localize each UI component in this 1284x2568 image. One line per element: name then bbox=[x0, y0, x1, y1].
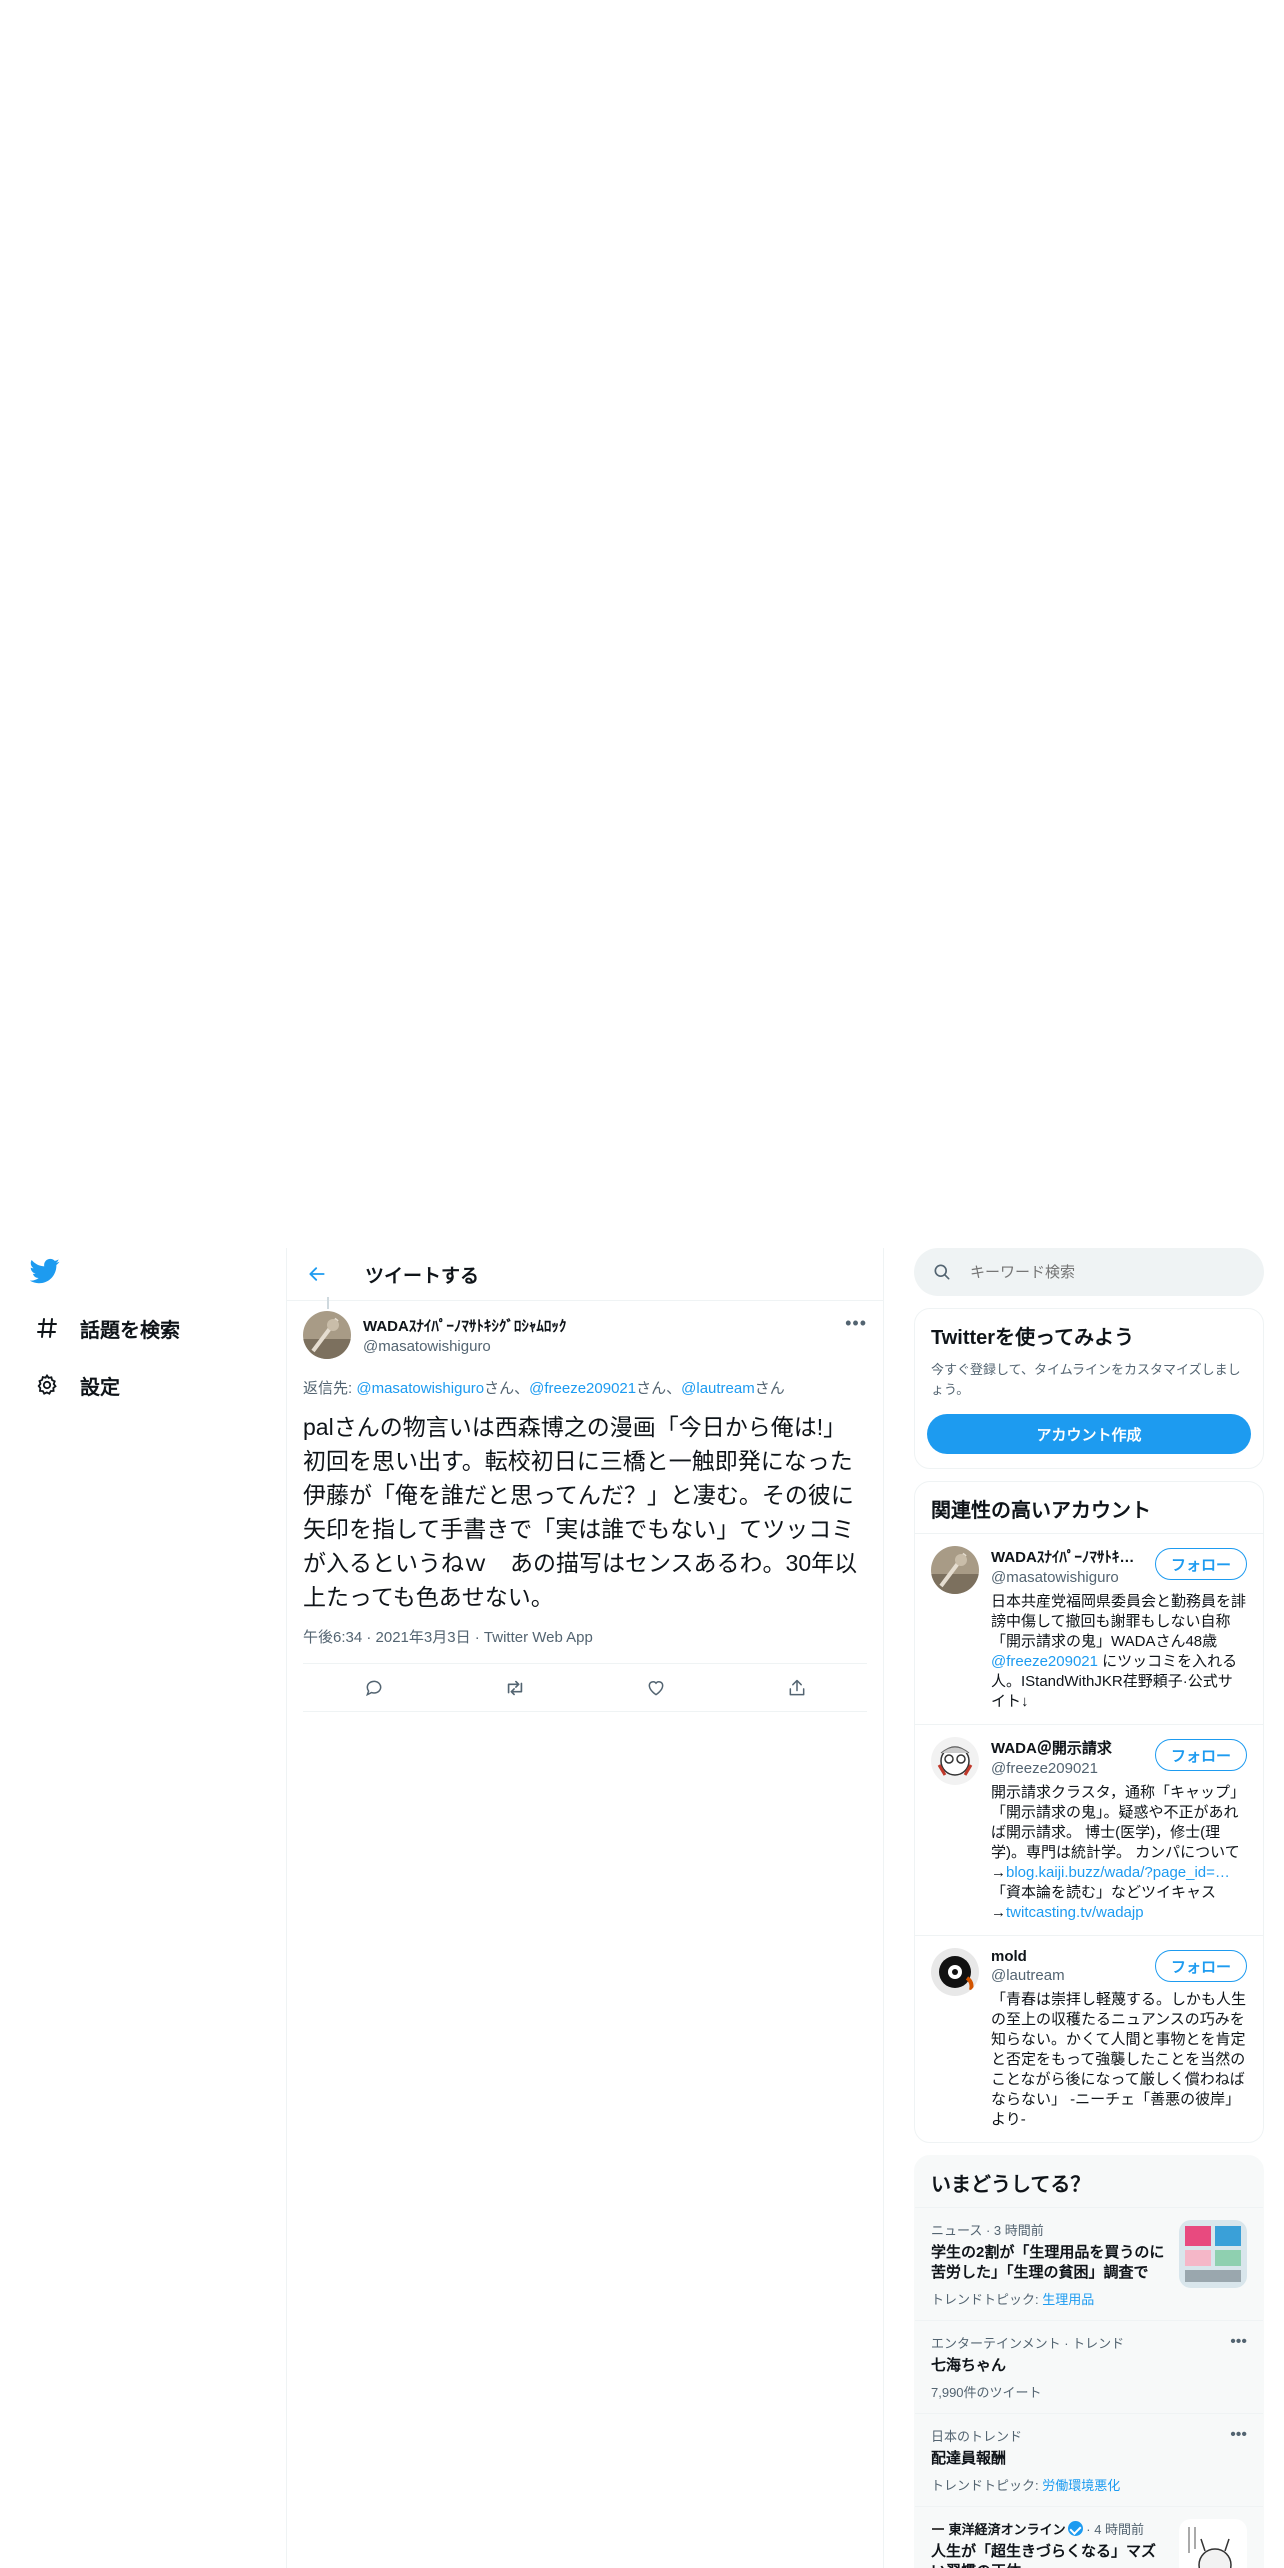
main-column: ツイートする WADAｽﾅｲﾊﾟｰﾉﾏｻﾄｷｼｸﾞﾛｼｬﾑﾛｯｸ @masato… bbox=[286, 1248, 884, 2568]
twitter-logo-icon[interactable] bbox=[29, 1256, 64, 1290]
trend-item[interactable]: エンターテインメント · トレンド 七海ちゃん 7,990件のツイート ••• bbox=[915, 2320, 1263, 2413]
app-root: 話題を検索 設定 ツイートする WADAｽﾅｲﾊﾟｰﾉﾏｻﾄｷｼｸﾞﾛｼｬﾑﾛｯ… bbox=[0, 1248, 1284, 2568]
trend-title: 人生が「超生きづらくなる」マズい習慣の正体 bbox=[931, 2543, 1157, 2568]
account-bio: 「青春は崇拝し軽蔑する。しかも人生の至上の収穫たるニュアンスの巧みを知らない。か… bbox=[991, 1991, 1247, 2128]
heart-icon bbox=[648, 1680, 663, 1696]
signup-title: Twitterを使ってみよう bbox=[931, 1327, 1135, 1349]
gear-icon bbox=[34, 1372, 60, 1398]
account-bio: 日本共産党福岡県委員会と勤務員を誹謗中傷して撤回も謝罪もしない自称「開示請求の鬼… bbox=[991, 1593, 1247, 1710]
reply-mention-suffix: さん、 bbox=[636, 1380, 682, 1397]
trend-topic-link[interactable]: 労働環境悪化 bbox=[1042, 2478, 1120, 2493]
related-accounts-card: 関連性の高いアカウント WADAｽﾅｲﾊﾟｰﾉﾏｻﾄｷｼｸﾞﾛｼｬﾑﾛｯｸ @m… bbox=[914, 1481, 1264, 2143]
trend-title: 学生の2割が「生理用品を買うのに苦労した」「生理の貧困」調査で bbox=[931, 2244, 1165, 2281]
trend-title: 七海ちゃん bbox=[931, 2357, 1007, 2374]
bio-link[interactable]: twitcasting.tv/wadajp bbox=[1006, 1904, 1144, 1921]
like-button[interactable] bbox=[638, 1670, 674, 1706]
reply-mention-suffix: さん、 bbox=[484, 1380, 530, 1397]
thread-connector bbox=[327, 1297, 329, 1309]
follow-button[interactable]: フォロー bbox=[1155, 1950, 1247, 1982]
more-options-icon[interactable]: ••• bbox=[1230, 2426, 1247, 2444]
news-thumbnail bbox=[1179, 2220, 1247, 2288]
author-display-name[interactable]: WADAｽﾅｲﾊﾟｰﾉﾏｻﾄｷｼｸﾞﾛｼｬﾑﾛｯｸ bbox=[363, 1315, 566, 1336]
tweet-detail: WADAｽﾅｲﾊﾟｰﾉﾏｻﾄｷｼｸﾞﾛｼｬﾑﾛｯｸ @masatowishigu… bbox=[287, 1297, 883, 1712]
share-button[interactable] bbox=[779, 1670, 815, 1706]
trend-topic-link[interactable]: 生理用品 bbox=[1042, 2292, 1094, 2307]
reply-to-prefix: 返信先: bbox=[303, 1380, 357, 1397]
tweet-text: palさんの物言いは西森博之の漫画「今日から俺は!」初回を思い出す。転校初日に三… bbox=[303, 1414, 858, 1610]
account-item[interactable]: WADA＠開示請求 @freeze209021 開示請求クラスタ，通称「キャップ… bbox=[915, 1724, 1263, 1935]
account-name[interactable]: WADAｽﾅｲﾊﾟｰﾉﾏｻﾄｷｼｸﾞﾛｼｬﾑﾛｯｸ bbox=[991, 1546, 1141, 1567]
trends-title: いまどうしてる？ bbox=[931, 2174, 1091, 2196]
left-nav: 話題を検索 設定 bbox=[0, 1248, 286, 2568]
avatar[interactable] bbox=[931, 1546, 979, 1594]
back-button[interactable] bbox=[299, 1256, 335, 1292]
trend-tweet-count: 7,990件のツイート bbox=[931, 2385, 1042, 2400]
reply-mention-link[interactable]: @masatowishiguro bbox=[356, 1380, 484, 1397]
signup-description: 今すぐ登録して、タイムラインをカスタマイズしましょう。 bbox=[931, 1362, 1241, 1397]
publish-time: · 4 時間前 bbox=[1082, 2522, 1145, 2537]
avatar[interactable] bbox=[303, 1311, 351, 1359]
tweet-actions bbox=[303, 1664, 867, 1712]
trend-item[interactable]: 日本のトレンド 配達員報酬 トレンドトピック: 労働環境悪化 ••• bbox=[915, 2413, 1263, 2506]
nav-explore-label: 話題を検索 bbox=[80, 1319, 180, 1342]
reply-to-line: 返信先: @masatowishiguroさん、@freeze209021さん、… bbox=[303, 1377, 867, 1398]
page-header: ツイートする bbox=[287, 1248, 883, 1301]
trend-item[interactable]: 東洋経済オンライン · 4 時間前 人生が「超生きづらくなる」マズい習慣の正体 bbox=[915, 2506, 1263, 2568]
tweet-author-row: WADAｽﾅｲﾊﾟｰﾉﾏｻﾄｷｼｸﾞﾛｼｬﾑﾛｯｸ @masatowishigu… bbox=[303, 1311, 867, 1359]
account-item[interactable]: WADAｽﾅｲﾊﾟｰﾉﾏｻﾄｷｼｸﾞﾛｼｬﾑﾛｯｸ @masatowishigu… bbox=[915, 1533, 1263, 1724]
signup-card: Twitterを使ってみよう 今すぐ登録して、タイムラインをカスタマイズしましょ… bbox=[914, 1308, 1264, 1469]
create-account-button[interactable]: アカウント作成 bbox=[927, 1414, 1251, 1454]
right-sidebar: Twitterを使ってみよう 今すぐ登録して、タイムラインをカスタマイズしましょ… bbox=[914, 1248, 1264, 2568]
reply-mention-suffix: さん bbox=[754, 1380, 785, 1397]
trends-card: いまどうしてる？ ニュース · 3 時間前 学生の2割が「生理用品を買うのに苦労… bbox=[914, 2155, 1264, 2568]
bio-link[interactable]: @freeze209021 bbox=[991, 1653, 1098, 1670]
reply-button[interactable] bbox=[356, 1670, 392, 1706]
search-bar[interactable] bbox=[914, 1248, 1264, 1296]
publisher-name: 東洋経済オンライン bbox=[948, 2522, 1066, 2537]
reply-mention-link[interactable]: @lautream bbox=[681, 1380, 755, 1397]
trend-subtitle: トレンドトピック: 生理用品 bbox=[931, 2292, 1095, 2307]
author-handle[interactable]: @masatowishiguro bbox=[363, 1338, 566, 1355]
trend-item[interactable]: ニュース · 3 時間前 学生の2割が「生理用品を買うのに苦労した」「生理の貧困… bbox=[915, 2207, 1263, 2320]
nav-settings-label: 設定 bbox=[80, 1376, 120, 1399]
bio-link[interactable]: blog.kaiji.buzz/wada/?page_id=… bbox=[1006, 1864, 1230, 1881]
search-icon bbox=[934, 1264, 950, 1280]
search-input[interactable] bbox=[970, 1263, 1250, 1281]
trend-title: 配達員報酬 bbox=[931, 2450, 1007, 2467]
follow-button[interactable]: フォロー bbox=[1155, 1739, 1247, 1771]
share-icon bbox=[789, 1679, 804, 1695]
publisher-logo-icon bbox=[931, 2522, 945, 2536]
hashtag-icon bbox=[34, 1315, 60, 1341]
related-accounts-title: 関連性の高いアカウント bbox=[931, 1500, 1151, 1522]
reply-icon bbox=[365, 1680, 381, 1696]
trend-context: エンターテインメント · トレンド bbox=[931, 2336, 1125, 2351]
avatar[interactable] bbox=[931, 1737, 979, 1785]
reply-mention-link[interactable]: @freeze209021 bbox=[529, 1380, 636, 1397]
avatar[interactable] bbox=[931, 1948, 979, 1996]
retweet-button[interactable] bbox=[497, 1670, 533, 1706]
account-name[interactable]: mold bbox=[991, 1948, 1141, 1965]
nav-settings[interactable]: 設定 bbox=[24, 1363, 132, 1407]
more-options-icon[interactable]: ••• bbox=[1230, 2333, 1247, 2351]
article-thumbnail bbox=[1179, 2519, 1247, 2568]
trend-context: 日本のトレンド bbox=[931, 2429, 1023, 2444]
account-item[interactable]: mold @lautream 「青春は崇拝し軽蔑する。しかも人生の至上の収穫たる… bbox=[915, 1935, 1263, 2142]
nav-explore[interactable]: 話題を検索 bbox=[24, 1306, 192, 1350]
account-name[interactable]: WADA＠開示請求 bbox=[991, 1737, 1141, 1758]
arrow-left-icon bbox=[309, 1267, 325, 1281]
page-title: ツイートする bbox=[365, 1265, 480, 1287]
more-options-icon[interactable]: ••• bbox=[845, 1313, 867, 1334]
trend-subtitle: トレンドトピック: 労働環境悪化 bbox=[931, 2478, 1121, 2493]
retweet-icon bbox=[507, 1680, 522, 1695]
follow-button[interactable]: フォロー bbox=[1155, 1548, 1247, 1580]
tweet-timestamp[interactable]: 午後6:34 · 2021年3月3日 · Twitter Web App bbox=[303, 1626, 867, 1664]
verified-badge-icon bbox=[1067, 2521, 1083, 2536]
account-bio: 開示請求クラスタ，通称「キャップ」「開示請求の鬼」。疑惑や不正があれば開示請求。… bbox=[991, 1784, 1245, 1921]
